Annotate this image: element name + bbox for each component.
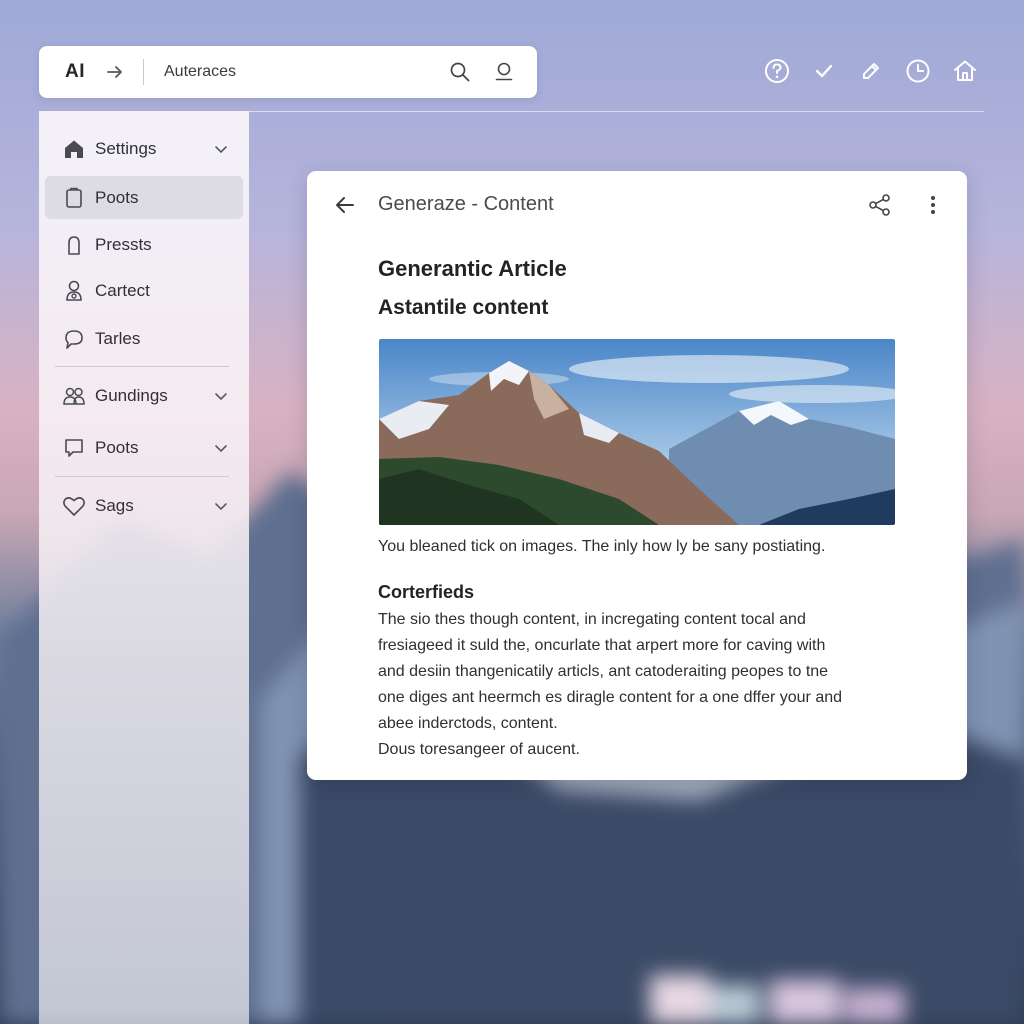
user-icon[interactable] (493, 61, 515, 83)
sidebar-item-label: Poots (95, 437, 139, 457)
chevron-down-icon[interactable] (213, 388, 229, 404)
article-hero-image[interactable] (379, 339, 895, 525)
sidebar-item-label: Tarles (95, 328, 141, 348)
bag-icon (62, 233, 86, 257)
clock-icon[interactable] (905, 56, 931, 86)
check-icon[interactable] (811, 56, 837, 86)
search-input[interactable]: Auteraces (164, 63, 449, 81)
sidebar-item-settings[interactable]: Settings (45, 127, 243, 170)
app-logo: AI (65, 61, 85, 82)
back-arrow-icon[interactable] (333, 193, 357, 217)
sidebar-item-pressts[interactable]: Pressts (45, 223, 243, 266)
sidebar-divider (55, 366, 229, 367)
contact-icon (62, 279, 86, 303)
sidebar-divider (55, 476, 229, 477)
paragraph-line: abee inderctods, content. (378, 715, 558, 732)
sidebar-item-label: Settings (95, 138, 157, 158)
header-divider (249, 111, 984, 112)
paragraph-line: Dous toresangeer of aucent. (378, 741, 580, 758)
help-icon[interactable] (764, 56, 790, 86)
paragraph-line: fresiageed it suld the, oncurlate that a… (378, 637, 826, 654)
house-icon[interactable] (952, 56, 978, 86)
divider (143, 59, 144, 85)
sidebar-item-label: Gundings (95, 385, 168, 405)
sidebar: Settings Poots Pressts Cartect Tarles Gu… (39, 111, 249, 1024)
sidebar-item-label: Sags (95, 495, 134, 515)
more-options-icon[interactable] (921, 192, 945, 218)
message-icon (62, 436, 86, 460)
edit-icon[interactable] (858, 56, 884, 86)
card-title: Generaze - Content (378, 193, 554, 215)
home-icon (62, 137, 86, 161)
group-icon (62, 384, 86, 408)
sidebar-item-cartect[interactable]: Cartect (45, 269, 243, 312)
sidebar-item-sags[interactable]: Sags (45, 484, 243, 527)
sidebar-item-label: Poots (95, 187, 139, 207)
sidebar-item-poots[interactable]: Poots (45, 176, 243, 219)
search-icon[interactable] (449, 61, 471, 83)
chevron-down-icon[interactable] (213, 141, 229, 157)
image-caption: You bleaned tick on images. The inly how… (378, 538, 826, 555)
sidebar-item-gundings[interactable]: Gundings (45, 374, 243, 417)
content-card: Generaze - Content Generantic Article As… (307, 171, 967, 780)
arrow-right-icon[interactable] (105, 62, 125, 82)
sidebar-item-label: Pressts (95, 234, 152, 254)
top-toolbar (764, 56, 978, 86)
paragraph-line: and desiin thangenicatily articls, ant c… (378, 663, 829, 680)
chevron-down-icon[interactable] (213, 498, 229, 514)
sidebar-item-label: Cartect (95, 280, 150, 300)
sidebar-item-poots-2[interactable]: Poots (45, 426, 243, 469)
share-icon[interactable] (867, 192, 893, 218)
chevron-down-icon[interactable] (213, 440, 229, 456)
search-bar: AI Auteraces (39, 46, 537, 98)
sidebar-item-tarles[interactable]: Tarles (45, 317, 243, 360)
clipboard-icon (62, 186, 86, 210)
heart-icon (62, 494, 86, 518)
chat-icon (62, 327, 86, 351)
section-heading: Corterfieds (378, 582, 475, 602)
paragraph-line: The sio thes though content, in incregat… (378, 611, 806, 628)
paragraph-line: one diges ant heermch es diragle content… (378, 689, 843, 706)
article-title: Generantic Article (378, 256, 567, 281)
article-subtitle: Astantile content (378, 296, 549, 319)
